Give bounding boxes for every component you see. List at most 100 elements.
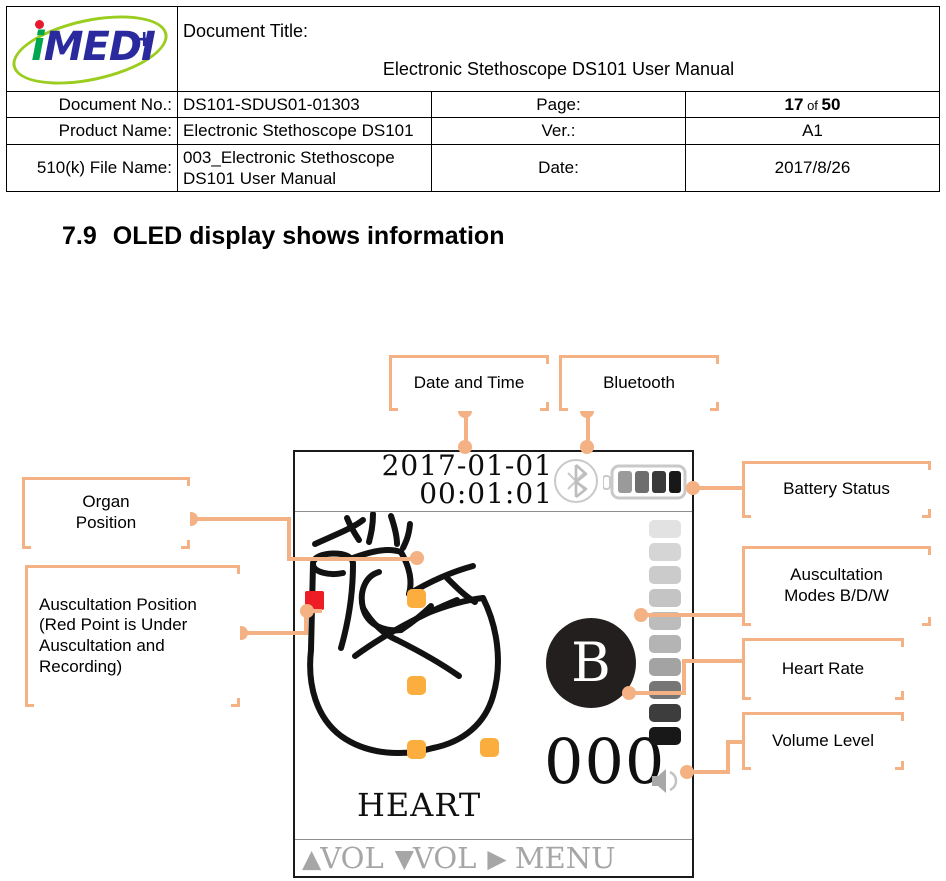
document-no-label: Document No.:: [6, 90, 178, 119]
lead-dot-volume-target: [680, 765, 694, 779]
callout-heart-rate-label: Heart Rate: [781, 658, 865, 678]
callout-volume-level[interactable]: Volume Level: [742, 712, 904, 770]
section-heading: 7.9 OLED display shows information: [62, 222, 504, 251]
lead-heart-rate-v: [682, 659, 686, 695]
heart-illustration: [305, 512, 501, 759]
date-value: 2017/8/26: [685, 143, 940, 192]
organ-name-label: HEART: [357, 786, 482, 824]
callout-organ-position[interactable]: Organ Position: [22, 477, 190, 549]
document-title-label: Document Title:: [183, 20, 309, 41]
lead-dot-date-time-target: [458, 440, 472, 454]
callout-battery-status-label: Battery Status: [783, 479, 890, 499]
callout-date-and-time[interactable]: Date and Time: [389, 355, 549, 411]
file-name-label: 510(k) File Name:: [6, 143, 178, 192]
page-total: 50: [821, 95, 841, 114]
header-row-file-name: 510(k) File Name: 003_Electronic Stethos…: [6, 143, 940, 192]
callout-auscultation-modes-line1: Auscultation: [790, 565, 883, 585]
version-value: A1: [685, 117, 940, 145]
version-label: Ver.:: [431, 117, 686, 145]
menu-button[interactable]: ▶ MENU: [487, 841, 615, 875]
callout-battery-status[interactable]: Battery Status: [742, 461, 931, 518]
lead-dot-modes-target: [634, 608, 648, 622]
volume-bar: [649, 704, 681, 722]
vol-up-label: VOL: [320, 841, 384, 875]
oled-status-bar: 2017-01-01 00:01:01: [295, 452, 692, 512]
callout-auscultation-position[interactable]: Auscultation Position (Red Point is Unde…: [25, 565, 240, 707]
header-row-document-no: Document No.: DS101-SDUS01-01303 Page: 1…: [6, 90, 940, 119]
volume-bar: [649, 566, 681, 584]
lead-heart-rate-h1: [628, 691, 686, 695]
imedi-logo: iMEDI +: [6, 3, 175, 97]
section-title: OLED display shows information: [112, 222, 505, 250]
volume-level-bars[interactable]: [649, 520, 681, 750]
volume-bar: [649, 658, 681, 676]
lead-organ-v: [287, 517, 291, 559]
lead-dot-bluetooth-target: [580, 440, 594, 454]
callout-bluetooth-label: Bluetooth: [603, 372, 675, 392]
callout-organ-position-line2: Position: [75, 513, 137, 532]
document-no-value: DS101-SDUS01-01303: [177, 90, 432, 119]
oled-date-time: 2017-01-01 00:01:01: [305, 452, 553, 508]
vol-down-label: VOL: [412, 841, 477, 875]
volume-bar: [649, 727, 681, 745]
triangle-right-icon: ▶: [487, 844, 506, 873]
lead-dot-battery-target: [686, 481, 700, 495]
auscultation-point-3: [407, 676, 426, 695]
logo-cell: iMEDI +: [6, 3, 178, 97]
volume-bar: [649, 635, 681, 653]
date-label: Date:: [431, 143, 686, 192]
callout-organ-position-label: Organ Position: [76, 492, 136, 533]
vol-down-button[interactable]: ▼VOL: [395, 841, 477, 875]
page-current: 17: [784, 95, 804, 114]
triangle-up-icon: ▲: [302, 844, 321, 873]
document-title-cell: Document Title: Electronic Stethoscope D…: [177, 6, 940, 92]
document-header-table: iMEDI + Document Title: Electronic Steth…: [6, 3, 940, 192]
oled-time-text: 00:01:01: [419, 477, 553, 510]
lead-organ-h2: [287, 557, 416, 561]
page-of: of: [803, 98, 822, 113]
auscultation-point-4: [407, 740, 426, 759]
header-row-product-name: Product Name: Electronic Stethoscope DS1…: [6, 117, 940, 145]
auscultation-point-5: [480, 738, 499, 757]
oled-body: HEART B 000: [295, 512, 692, 839]
logo-plus-icon: +: [135, 27, 154, 52]
callout-bluetooth[interactable]: Bluetooth: [559, 355, 719, 411]
auscultation-point-2: [407, 589, 426, 608]
oled-display: 2017-01-01 00:01:01 HEART B 000 ▲VOL ▼VO…: [293, 450, 694, 878]
lead-dot-ausc-target: [300, 604, 314, 618]
lead-organ-h1: [190, 517, 291, 521]
lead-modes: [640, 613, 754, 617]
speaker-icon: [652, 769, 678, 793]
bluetooth-icon: [554, 459, 598, 503]
callout-organ-position-line1: Organ: [82, 492, 130, 512]
callout-heart-rate[interactable]: Heart Rate: [742, 638, 904, 700]
heart-rate-value: 000: [544, 725, 666, 798]
volume-bar: [649, 681, 681, 699]
callout-volume-level-label: Volume Level: [771, 730, 875, 750]
lead-dot-organ-target: [410, 551, 424, 565]
callout-auscultation-modes[interactable]: Auscultation Modes B/D/W: [742, 546, 931, 626]
volume-bar: [649, 543, 681, 561]
logo-letter-i: i: [31, 24, 45, 70]
callout-auscultation-modes-label: Auscultation Modes B/D/W: [784, 565, 889, 606]
page-value: 17 of 50: [685, 90, 940, 119]
section-number: 7.9: [62, 222, 97, 250]
header-title-row: iMEDI + Document Title: Electronic Steth…: [6, 3, 940, 97]
lead-volume-v: [726, 740, 730, 774]
callout-auscultation-position-label: Auscultation Position (Red Point is Unde…: [39, 594, 197, 676]
vol-up-button[interactable]: ▲VOL: [302, 841, 384, 875]
triangle-down-icon: ▼: [394, 844, 414, 873]
callout-date-and-time-label: Date and Time: [413, 372, 525, 392]
lead-ausc-h1: [240, 631, 308, 635]
document-title-value: Electronic Stethoscope DS101 User Manual: [382, 59, 735, 79]
page-label: Page:: [431, 90, 686, 119]
file-name-value: 003_Electronic Stethoscope DS101 User Ma…: [177, 143, 432, 192]
oled-date-text: 2017-01-01: [381, 449, 553, 482]
volume-bar: [649, 589, 681, 607]
menu-label: MENU: [514, 841, 616, 875]
product-name-value: Electronic Stethoscope DS101: [177, 117, 432, 145]
battery-icon: [603, 464, 687, 500]
volume-bar: [649, 520, 681, 538]
lead-dot-heart-rate-target: [622, 686, 636, 700]
oled-menu-bar: ▲VOL ▼VOL ▶ MENU: [295, 839, 692, 876]
